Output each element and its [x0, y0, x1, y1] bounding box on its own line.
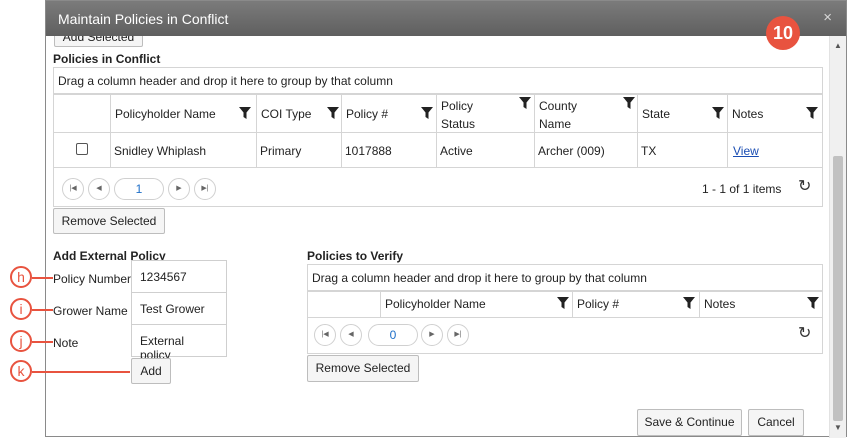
step-number-badge: 10	[766, 16, 800, 50]
scroll-up-icon[interactable]: ▲	[830, 38, 846, 54]
filter-icon[interactable]	[421, 107, 433, 119]
last-page-button[interactable]: ▶|	[447, 324, 469, 346]
cell-policy-status: Active	[440, 144, 473, 158]
prev-page-button[interactable]: ◀	[88, 178, 110, 200]
conflict-section-title: Policies in Conflict	[53, 52, 161, 66]
next-page-button[interactable]: ▶	[168, 178, 190, 200]
callout-h: h	[10, 266, 32, 288]
remove-selected-verify-button[interactable]: Remove Selected	[307, 355, 419, 382]
column-header-label: Policyholder Name	[385, 297, 486, 311]
refresh-icon[interactable]: ↻	[798, 323, 811, 343]
first-page-button[interactable]: |◀	[314, 324, 336, 346]
note-input[interactable]: External policy	[131, 324, 227, 362]
column-header-label: Policy #	[346, 107, 389, 121]
callout-connector	[32, 371, 130, 373]
filter-icon[interactable]	[623, 97, 635, 109]
view-notes-link[interactable]: View	[733, 144, 759, 158]
column-header-label: COI Type	[261, 107, 312, 121]
filter-icon[interactable]	[683, 297, 695, 309]
add-selected-button[interactable]: Add Selected	[54, 36, 143, 47]
current-page[interactable]: 1	[114, 178, 164, 200]
callout-k: k	[10, 360, 32, 382]
row-checkbox[interactable]	[76, 143, 88, 155]
conflict-group-hint: Drag a column header and drop it here to…	[54, 68, 822, 94]
filter-icon[interactable]	[519, 97, 531, 109]
column-header-label: County Name	[539, 99, 578, 131]
refresh-icon[interactable]: ↻	[798, 176, 811, 196]
grower-name-label: Grower Name	[53, 304, 128, 318]
close-icon[interactable]: ×	[823, 9, 832, 26]
next-page-button[interactable]: ▶	[421, 324, 443, 346]
remove-selected-conflict-button[interactable]: Remove Selected	[53, 208, 165, 234]
conflict-grid: Drag a column header and drop it here to…	[53, 67, 823, 207]
filter-icon[interactable]	[806, 107, 818, 119]
col-select	[308, 292, 380, 317]
filter-icon[interactable]	[557, 297, 569, 309]
filter-icon[interactable]	[807, 297, 819, 309]
save-continue-button[interactable]: Save & Continue	[637, 409, 742, 436]
callout-connector	[32, 341, 53, 343]
pager-info: 1 - 1 of 1 items	[702, 182, 782, 196]
column-header-label: Policy Status	[441, 99, 476, 131]
callout-i: i	[10, 298, 32, 320]
column-header-label: Notes	[732, 107, 764, 121]
cell-policyholder-name: Snidley Whiplash	[114, 144, 207, 158]
cell-policy-number: 1017888	[345, 144, 392, 158]
filter-icon[interactable]	[327, 107, 339, 119]
col-select	[54, 95, 110, 167]
verify-grid: Drag a column header and drop it here to…	[307, 264, 823, 354]
scroll-down-icon[interactable]: ▼	[830, 420, 846, 436]
callout-j: j	[10, 330, 32, 352]
last-page-button[interactable]: ▶|	[194, 178, 216, 200]
dialog-titlebar: Maintain Policies in Conflict ×	[46, 1, 846, 36]
col-policyholder-name[interactable]: Policyholder Name	[380, 292, 572, 317]
cell-state: TX	[641, 144, 657, 158]
add-button[interactable]: Add	[131, 358, 171, 384]
column-header-label: Policyholder Name	[115, 107, 216, 121]
grower-name-input[interactable]: Test Grower	[131, 292, 227, 325]
verify-group-hint: Drag a column header and drop it here to…	[308, 265, 822, 291]
prev-page-button[interactable]: ◀	[340, 324, 362, 346]
filter-icon[interactable]	[712, 107, 724, 119]
dialog-body: Add Selected Policies in Conflict Drag a…	[46, 36, 829, 438]
verify-section-title: Policies to Verify	[307, 249, 404, 263]
cancel-button[interactable]: Cancel	[748, 409, 804, 436]
filter-icon[interactable]	[239, 107, 251, 119]
first-page-button[interactable]: |◀	[62, 178, 84, 200]
column-header-label: Notes	[704, 297, 736, 311]
note-label: Note	[53, 336, 79, 350]
col-notes[interactable]: Notes	[699, 292, 822, 317]
column-header-label: State	[642, 107, 671, 121]
vertical-scrollbar[interactable]: ▲ ▼	[829, 36, 846, 438]
dialog: Maintain Policies in Conflict × Add Sele…	[45, 0, 847, 438]
callout-connector	[32, 309, 53, 311]
current-page[interactable]: 0	[368, 324, 418, 346]
cell-county-name: Archer (009)	[538, 144, 605, 158]
policy-number-input[interactable]: 1234567	[131, 260, 227, 293]
dialog-title: Maintain Policies in Conflict	[58, 11, 229, 27]
scroll-thumb[interactable]	[833, 156, 843, 421]
cell-coi-type: Primary	[260, 144, 302, 158]
column-header-label: Policy #	[577, 297, 620, 311]
col-policy-number[interactable]: Policy #	[572, 292, 699, 317]
policy-number-label: Policy Number	[53, 272, 132, 286]
callout-connector	[32, 277, 53, 279]
